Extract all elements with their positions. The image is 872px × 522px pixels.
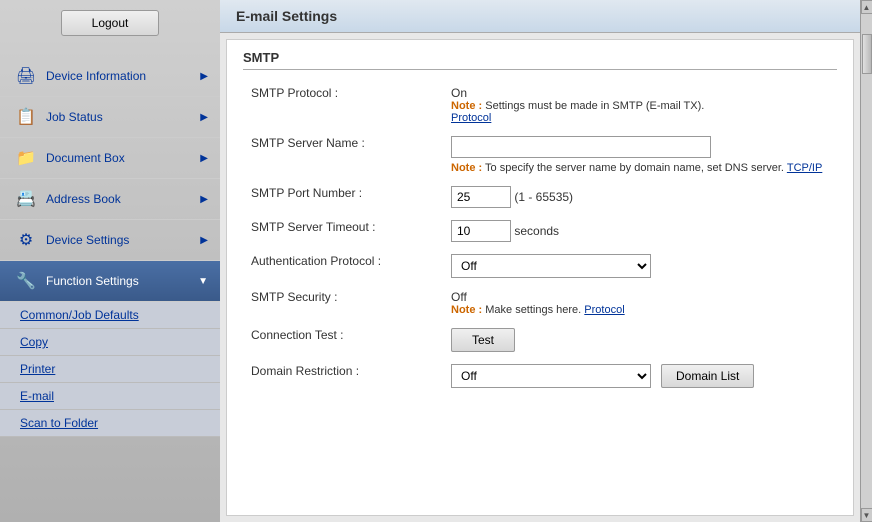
authentication-protocol-select[interactable]: Off On bbox=[451, 254, 651, 278]
smtp-protocol-label: SMTP Protocol : bbox=[243, 80, 443, 130]
smtp-security-status: Off bbox=[451, 290, 829, 304]
submenu-item-common-job-defaults[interactable]: Common/Job Defaults bbox=[0, 302, 220, 329]
smtp-server-name-label: SMTP Server Name : bbox=[243, 130, 443, 180]
smtp-server-name-link[interactable]: TCP/IP bbox=[787, 162, 822, 174]
domain-restriction-label: Domain Restriction : bbox=[243, 358, 443, 394]
sidebar-item-label: Document Box bbox=[46, 151, 125, 165]
smtp-server-name-note-label: Note : bbox=[451, 162, 482, 174]
scroll-track bbox=[861, 14, 872, 508]
sidebar-item-label: Device Settings bbox=[46, 233, 129, 247]
smtp-port-number-input[interactable] bbox=[451, 186, 511, 208]
smtp-protocol-note: Note : Settings must be made in SMTP (E-… bbox=[451, 100, 829, 124]
smtp-security-note-label: Note : bbox=[451, 304, 482, 316]
smtp-server-name-row: SMTP Server Name : Note : To specify the… bbox=[243, 130, 837, 180]
smtp-protocol-status: On bbox=[451, 86, 829, 100]
page-title: E-mail Settings bbox=[236, 8, 337, 24]
chevron-right-icon: ▶ bbox=[200, 194, 208, 205]
content-area: SMTP SMTP Protocol : On Note : Settings … bbox=[226, 39, 854, 516]
sidebar-item-function-settings[interactable]: 🔧 Function Settings ▼ bbox=[0, 261, 220, 302]
sidebar-item-address-book[interactable]: 📇 Address Book ▶ bbox=[0, 179, 220, 220]
logout-button[interactable]: Logout bbox=[61, 10, 160, 36]
scroll-up-arrow[interactable]: ▲ bbox=[861, 0, 872, 14]
connection-test-row: Connection Test : Test bbox=[243, 322, 837, 358]
smtp-server-name-value: Note : To specify the server name by dom… bbox=[443, 130, 837, 180]
sidebar-item-label: Function Settings bbox=[46, 274, 139, 288]
submenu-item-email[interactable]: E-mail bbox=[0, 383, 220, 410]
smtp-protocol-value: On Note : Settings must be made in SMTP … bbox=[443, 80, 837, 130]
smtp-port-number-range: (1 - 65535) bbox=[514, 190, 573, 204]
device-settings-icon: ⚙ bbox=[12, 228, 40, 252]
chevron-right-icon: ▶ bbox=[200, 71, 208, 82]
smtp-protocol-note-label: Note : bbox=[451, 100, 482, 112]
smtp-section-title: SMTP bbox=[243, 50, 837, 70]
scroll-down-arrow[interactable]: ▼ bbox=[861, 508, 872, 522]
sidebar-item-job-status[interactable]: 📋 Job Status ▶ bbox=[0, 97, 220, 138]
connection-test-value: Test bbox=[443, 322, 837, 358]
domain-restriction-value: Off On Domain List bbox=[443, 358, 837, 394]
domain-restriction-select[interactable]: Off On bbox=[451, 364, 651, 388]
sidebar-item-label: Address Book bbox=[46, 192, 121, 206]
main-content: E-mail Settings SMTP SMTP Protocol : On … bbox=[220, 0, 860, 522]
smtp-security-link[interactable]: Protocol bbox=[584, 304, 624, 316]
domain-list-button[interactable]: Domain List bbox=[661, 364, 754, 388]
chevron-right-icon: ▶ bbox=[200, 235, 208, 246]
sidebar-nav: 🖨 Device Information ▶ 📋 Job Status ▶ 📁 … bbox=[0, 56, 220, 522]
smtp-server-name-note: Note : To specify the server name by dom… bbox=[451, 162, 829, 174]
scroll-thumb[interactable] bbox=[862, 34, 872, 74]
submenu-item-scan-to-folder[interactable]: Scan to Folder bbox=[0, 410, 220, 437]
smtp-server-timeout-value: seconds bbox=[443, 214, 837, 248]
smtp-port-number-row: SMTP Port Number : (1 - 65535) bbox=[243, 180, 837, 214]
job-status-icon: 📋 bbox=[12, 105, 40, 129]
smtp-server-timeout-unit: seconds bbox=[514, 224, 559, 238]
smtp-server-timeout-label: SMTP Server Timeout : bbox=[243, 214, 443, 248]
connection-test-label: Connection Test : bbox=[243, 322, 443, 358]
document-box-icon: 📁 bbox=[12, 146, 40, 170]
smtp-protocol-row: SMTP Protocol : On Note : Settings must … bbox=[243, 80, 837, 130]
sidebar-item-label: Job Status bbox=[46, 110, 103, 124]
domain-restriction-row: Domain Restriction : Off On Domain List bbox=[243, 358, 837, 394]
smtp-port-number-label: SMTP Port Number : bbox=[243, 180, 443, 214]
smtp-port-number-value: (1 - 65535) bbox=[443, 180, 837, 214]
smtp-server-name-note-text: To specify the server name by domain nam… bbox=[485, 162, 784, 174]
authentication-protocol-row: Authentication Protocol : Off On bbox=[243, 248, 837, 284]
chevron-down-icon: ▼ bbox=[198, 276, 208, 287]
smtp-form-table: SMTP Protocol : On Note : Settings must … bbox=[243, 80, 837, 394]
function-settings-icon: 🔧 bbox=[12, 269, 40, 293]
smtp-server-name-input[interactable] bbox=[451, 136, 711, 158]
sidebar-item-document-box[interactable]: 📁 Document Box ▶ bbox=[0, 138, 220, 179]
chevron-right-icon: ▶ bbox=[200, 112, 208, 123]
smtp-server-timeout-row: SMTP Server Timeout : seconds bbox=[243, 214, 837, 248]
smtp-security-label: SMTP Security : bbox=[243, 284, 443, 322]
authentication-protocol-value: Off On bbox=[443, 248, 837, 284]
smtp-security-note-text: Make settings here. bbox=[485, 304, 581, 316]
sidebar-item-label: Device Information bbox=[46, 69, 146, 83]
sidebar-item-device-settings[interactable]: ⚙ Device Settings ▶ bbox=[0, 220, 220, 261]
smtp-security-row: SMTP Security : Off Note : Make settings… bbox=[243, 284, 837, 322]
function-settings-submenu: Common/Job Defaults Copy Printer E-mail … bbox=[0, 302, 220, 437]
smtp-security-value: Off Note : Make settings here. Protocol bbox=[443, 284, 837, 322]
smtp-protocol-link[interactable]: Protocol bbox=[451, 112, 491, 124]
sidebar: Logout 🖨 Device Information ▶ 📋 Job Stat… bbox=[0, 0, 220, 522]
submenu-item-copy[interactable]: Copy bbox=[0, 329, 220, 356]
smtp-protocol-note-text: Settings must be made in SMTP (E-mail TX… bbox=[485, 100, 704, 112]
sidebar-item-device-information[interactable]: 🖨 Device Information ▶ bbox=[0, 56, 220, 97]
right-scrollbar: ▲ ▼ bbox=[860, 0, 872, 522]
page-header: E-mail Settings bbox=[220, 0, 860, 33]
submenu-item-printer[interactable]: Printer bbox=[0, 356, 220, 383]
smtp-security-note: Note : Make settings here. Protocol bbox=[451, 304, 829, 316]
authentication-protocol-label: Authentication Protocol : bbox=[243, 248, 443, 284]
smtp-server-timeout-input[interactable] bbox=[451, 220, 511, 242]
address-book-icon: 📇 bbox=[12, 187, 40, 211]
test-button[interactable]: Test bbox=[451, 328, 515, 352]
device-information-icon: 🖨 bbox=[12, 64, 40, 88]
chevron-right-icon: ▶ bbox=[200, 153, 208, 164]
